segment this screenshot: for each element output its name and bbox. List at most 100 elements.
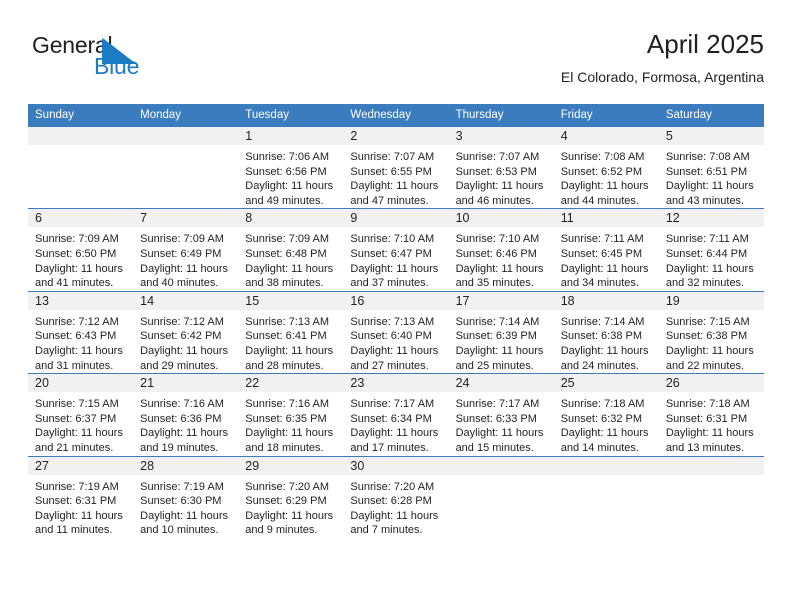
calendar-day-cell[interactable]: 15 Sunrise: 7:13 AM Sunset: 6:41 PM Dayligh… bbox=[238, 290, 344, 374]
calendar-day-cell[interactable]: 10 Sunrise: 7:10 AM Sunset: 6:46 PM Dayligh… bbox=[448, 208, 554, 292]
weekday-header-wednesday: Wednesday bbox=[343, 104, 449, 127]
calendar-header-row: Sunday Monday Tuesday Wednesday Thursday… bbox=[28, 104, 764, 127]
daylight-duration-line2: and 19 minutes. bbox=[140, 441, 219, 454]
calendar-day-cell-empty bbox=[133, 127, 239, 209]
day-number: 10 bbox=[448, 209, 554, 228]
sunrise-time: Sunrise: 7:18 AM bbox=[560, 398, 645, 411]
day-details: Sunrise: 7:10 AM Sunset: 6:47 PM Daylight:… bbox=[343, 227, 448, 290]
day-details: Sunrise: 7:11 AM Sunset: 6:44 PM Daylight:… bbox=[659, 227, 764, 290]
calendar-day-cell[interactable]: 20 Sunrise: 7:15 AM Sunset: 6:37 PM Dayligh… bbox=[28, 373, 134, 456]
day-details bbox=[554, 475, 659, 480]
daylight-duration-line2: and 27 minutes. bbox=[350, 359, 429, 372]
daylight-duration-line2: and 15 minutes. bbox=[455, 441, 534, 454]
day-number bbox=[448, 456, 554, 475]
calendar-day-cell[interactable]: 1 Sunrise: 7:06 AM Sunset: 6:56 PM Daylight… bbox=[238, 127, 344, 209]
location-subtitle: El Colorado, Formosa, Argentina bbox=[560, 69, 764, 85]
daylight-duration-line1: Daylight: 11 hours bbox=[455, 344, 544, 357]
daylight-duration-line1: Daylight: 11 hours bbox=[140, 509, 228, 522]
daylight-duration-line1: Daylight: 11 hours bbox=[350, 180, 439, 193]
day-number: 21 bbox=[133, 374, 239, 393]
daylight-duration-line1: Daylight: 11 hours bbox=[140, 427, 228, 440]
calendar-day-cell[interactable]: 13 Sunrise: 7:12 AM Sunset: 6:43 PM Dayligh… bbox=[28, 290, 134, 374]
daylight-duration-line2: and 32 minutes. bbox=[665, 277, 745, 290]
weekday-header-monday: Monday bbox=[133, 104, 239, 127]
calendar-day-cell[interactable]: 30 Sunrise: 7:20 AM Sunset: 6:28 PM Dayligh… bbox=[343, 455, 449, 538]
calendar-day-cell[interactable]: 9 Sunrise: 7:10 AM Sunset: 6:47 PM Daylight… bbox=[343, 208, 449, 292]
calendar-day-cell[interactable]: 7 Sunrise: 7:09 AM Sunset: 6:49 PM Daylight… bbox=[133, 208, 239, 292]
general-blue-logo[interactable]: General Blue bbox=[32, 32, 252, 92]
daylight-duration-line1: Daylight: 11 hours bbox=[140, 344, 228, 357]
calendar-day-cell[interactable]: 24 Sunrise: 7:17 AM Sunset: 6:33 PM Dayligh… bbox=[448, 373, 554, 456]
calendar-day-cell[interactable]: 26 Sunrise: 7:18 AM Sunset: 6:31 PM Dayligh… bbox=[658, 373, 764, 456]
day-number: 22 bbox=[238, 374, 344, 393]
sunset-time: Sunset: 6:35 PM bbox=[245, 412, 327, 425]
sunset-time: Sunset: 6:31 PM bbox=[665, 412, 748, 425]
calendar-day-cell[interactable]: 12 Sunrise: 7:11 AM Sunset: 6:44 PM Dayligh… bbox=[658, 208, 764, 292]
title-block: April 2025 El Colorado, Formosa, Argenti… bbox=[561, 28, 764, 86]
calendar-day-cell[interactable]: 22 Sunrise: 7:16 AM Sunset: 6:35 PM Dayligh… bbox=[238, 373, 344, 456]
day-details: Sunrise: 7:08 AM Sunset: 6:51 PM Daylight:… bbox=[659, 145, 764, 208]
sunrise-time: Sunrise: 7:10 AM bbox=[455, 233, 540, 246]
calendar-day-cell-empty bbox=[28, 127, 134, 209]
daylight-duration-line1: Daylight: 11 hours bbox=[245, 180, 334, 193]
calendar-day-cell[interactable]: 2 Sunrise: 7:07 AM Sunset: 6:55 PM Daylight… bbox=[343, 127, 449, 209]
sunset-time: Sunset: 6:47 PM bbox=[350, 247, 432, 260]
calendar-day-cell[interactable]: 16 Sunrise: 7:13 AM Sunset: 6:40 PM Dayligh… bbox=[343, 290, 449, 374]
calendar-day-cell[interactable]: 18 Sunrise: 7:14 AM Sunset: 6:38 PM Dayligh… bbox=[553, 290, 659, 374]
calendar-day-cell[interactable]: 29 Sunrise: 7:20 AM Sunset: 6:29 PM Dayligh… bbox=[238, 455, 344, 538]
calendar-day-cell[interactable]: 6 Sunrise: 7:09 AM Sunset: 6:50 PM Daylight… bbox=[28, 208, 134, 292]
daylight-duration-line2: and 9 minutes. bbox=[245, 524, 318, 537]
day-number: 24 bbox=[448, 374, 554, 393]
sunrise-time: Sunrise: 7:07 AM bbox=[350, 151, 435, 163]
daylight-duration-line2: and 49 minutes. bbox=[245, 194, 324, 207]
daylight-duration-line2: and 18 minutes. bbox=[245, 441, 324, 454]
day-details: Sunrise: 7:20 AM Sunset: 6:28 PM Daylight:… bbox=[343, 475, 448, 538]
calendar-day-cell[interactable]: 23 Sunrise: 7:17 AM Sunset: 6:34 PM Dayligh… bbox=[343, 373, 449, 456]
sunset-time: Sunset: 6:48 PM bbox=[245, 247, 327, 260]
day-number: 27 bbox=[28, 456, 134, 475]
calendar-day-cell[interactable]: 5 Sunrise: 7:08 AM Sunset: 6:51 PM Daylight… bbox=[658, 127, 764, 209]
calendar-day-cell[interactable]: 17 Sunrise: 7:14 AM Sunset: 6:39 PM Dayligh… bbox=[448, 290, 554, 374]
sunset-time: Sunset: 6:45 PM bbox=[560, 247, 643, 260]
daylight-duration-line1: Daylight: 11 hours bbox=[35, 427, 123, 440]
day-number: 18 bbox=[553, 291, 659, 310]
day-number: 20 bbox=[28, 374, 134, 393]
calendar-day-cell[interactable]: 19 Sunrise: 7:15 AM Sunset: 6:38 PM Dayligh… bbox=[658, 290, 764, 374]
calendar-day-cell[interactable]: 21 Sunrise: 7:16 AM Sunset: 6:36 PM Dayligh… bbox=[133, 373, 239, 456]
day-number: 30 bbox=[343, 456, 449, 475]
day-number: 5 bbox=[658, 127, 764, 145]
day-number: 28 bbox=[133, 456, 239, 475]
day-details bbox=[133, 145, 238, 150]
calendar-day-cell[interactable]: 25 Sunrise: 7:18 AM Sunset: 6:32 PM Dayligh… bbox=[553, 373, 659, 456]
day-number: 3 bbox=[448, 127, 554, 145]
sunrise-time: Sunrise: 7:07 AM bbox=[455, 151, 540, 163]
calendar-day-cell[interactable]: 8 Sunrise: 7:09 AM Sunset: 6:48 PM Daylight… bbox=[238, 208, 344, 292]
calendar-day-cell[interactable]: 14 Sunrise: 7:12 AM Sunset: 6:42 PM Dayligh… bbox=[133, 290, 239, 374]
sunrise-time: Sunrise: 7:12 AM bbox=[140, 315, 224, 328]
calendar-day-cell[interactable]: 27 Sunrise: 7:19 AM Sunset: 6:31 PM Dayligh… bbox=[28, 455, 134, 538]
calendar-day-cell[interactable]: 4 Sunrise: 7:08 AM Sunset: 6:52 PM Daylight… bbox=[553, 127, 659, 209]
day-details: Sunrise: 7:15 AM Sunset: 6:38 PM Daylight:… bbox=[659, 310, 764, 373]
sunset-time: Sunset: 6:34 PM bbox=[350, 412, 432, 425]
day-details: Sunrise: 7:10 AM Sunset: 6:46 PM Daylight:… bbox=[449, 227, 554, 290]
day-number: 15 bbox=[238, 291, 344, 310]
daylight-duration-line2: and 34 minutes. bbox=[560, 277, 639, 290]
day-details: Sunrise: 7:06 AM Sunset: 6:56 PM Daylight:… bbox=[238, 145, 343, 208]
sunset-time: Sunset: 6:28 PM bbox=[350, 495, 432, 508]
calendar-day-cell-empty bbox=[448, 455, 554, 538]
daylight-duration-line1: Daylight: 11 hours bbox=[350, 427, 439, 440]
day-number: 1 bbox=[238, 127, 344, 145]
calendar-day-cell[interactable]: 28 Sunrise: 7:19 AM Sunset: 6:30 PM Dayligh… bbox=[133, 455, 239, 538]
daylight-duration-line2: and 47 minutes. bbox=[350, 194, 429, 207]
sunrise-time: Sunrise: 7:18 AM bbox=[665, 398, 750, 411]
calendar-day-cell[interactable]: 3 Sunrise: 7:07 AM Sunset: 6:53 PM Daylight… bbox=[448, 127, 554, 209]
sunrise-time: Sunrise: 7:08 AM bbox=[560, 151, 645, 163]
day-details: Sunrise: 7:14 AM Sunset: 6:38 PM Daylight:… bbox=[554, 310, 659, 373]
calendar-day-cell[interactable]: 11 Sunrise: 7:11 AM Sunset: 6:45 PM Dayligh… bbox=[553, 208, 659, 292]
day-number: 9 bbox=[343, 209, 449, 228]
daylight-duration-line2: and 24 minutes. bbox=[560, 359, 639, 372]
calendar-week-row: 27 Sunrise: 7:19 AM Sunset: 6:31 PM Dayligh… bbox=[28, 455, 764, 538]
daylight-duration-line2: and 10 minutes. bbox=[140, 524, 219, 537]
sunset-time: Sunset: 6:42 PM bbox=[140, 330, 222, 343]
day-details: Sunrise: 7:18 AM Sunset: 6:32 PM Daylight:… bbox=[554, 392, 659, 455]
